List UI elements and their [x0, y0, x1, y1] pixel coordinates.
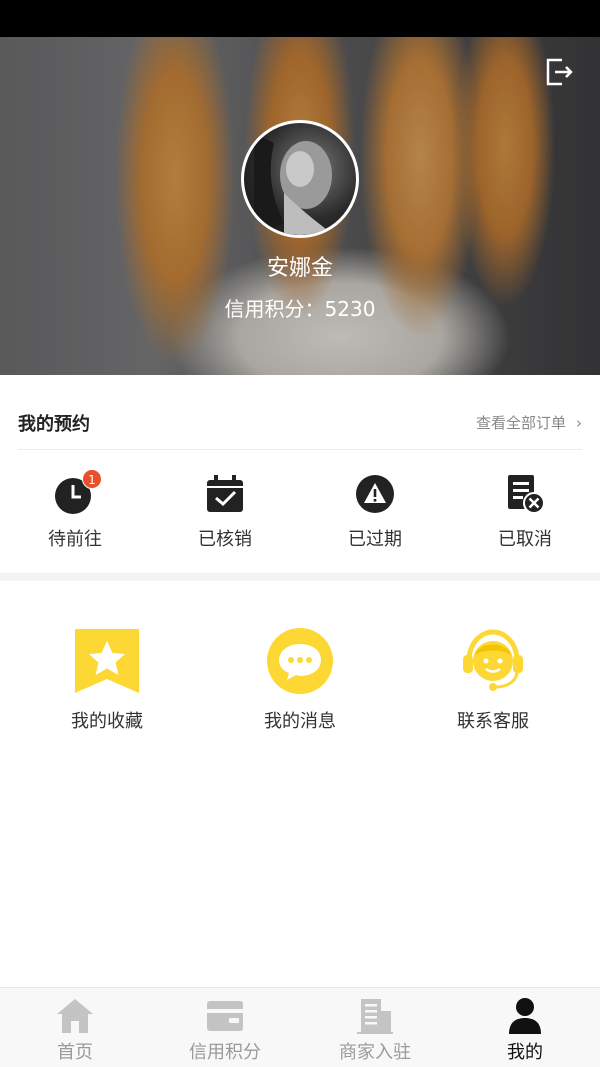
wallet-icon — [205, 996, 245, 1036]
document-cancel-icon — [504, 473, 546, 515]
person-icon — [505, 996, 545, 1036]
view-all-orders-link[interactable]: 查看全部订单 › — [476, 412, 582, 433]
my-messages-button[interactable]: 我的消息 — [200, 627, 400, 733]
section-gap — [0, 573, 600, 581]
avatar-photo — [254, 133, 334, 235]
tab-merchant-join[interactable]: 商家入驻 — [300, 996, 450, 1064]
building-icon — [355, 996, 395, 1036]
tab-home-label: 首页 — [57, 1042, 93, 1063]
reservation-cancelled-label: 已取消 — [498, 529, 552, 550]
tab-mine[interactable]: 我的 — [450, 996, 600, 1064]
reservation-verified[interactable]: 已核销 — [150, 473, 300, 551]
reservation-expired[interactable]: 已过期 — [300, 473, 450, 551]
logout-icon[interactable] — [542, 56, 574, 88]
my-reservations-panel: 我的预约 查看全部订单 › 1 待前往 已核销 已过期 已取消 — [0, 383, 600, 573]
calendar-check-icon — [204, 473, 246, 515]
user-name: 安娜金 — [266, 256, 333, 281]
divider — [18, 449, 582, 450]
bottom-tab-bar: 首页 信用积分 商家入驻 我的 — [0, 987, 600, 1067]
reservations-title: 我的预约 — [18, 414, 90, 435]
warning-icon — [354, 473, 396, 515]
star-bookmark-icon — [73, 627, 141, 695]
chevron-right-icon: › — [576, 413, 582, 432]
avatar[interactable] — [241, 120, 359, 238]
home-icon — [55, 996, 95, 1036]
tab-mine-label: 我的 — [507, 1042, 543, 1063]
my-favorites-button[interactable]: 我的收藏 — [7, 627, 207, 733]
my-favorites-label: 我的收藏 — [71, 711, 143, 732]
contact-support-label: 联系客服 — [457, 711, 529, 732]
reservation-cancelled[interactable]: 已取消 — [450, 473, 600, 551]
services-panel: 我的收藏 我的消息 联系客服 — [0, 581, 600, 987]
contact-support-button[interactable]: 联系客服 — [393, 627, 593, 733]
view-all-orders-label: 查看全部订单 — [475, 414, 566, 432]
credit-score-label: 信用积分： — [224, 297, 325, 321]
clock-icon: 1 — [54, 469, 102, 515]
tab-credit-points-label: 信用积分 — [189, 1042, 261, 1063]
reservation-pending-label: 待前往 — [48, 529, 102, 550]
status-bar — [0, 0, 600, 37]
my-messages-label: 我的消息 — [264, 711, 336, 732]
reservation-expired-label: 已过期 — [348, 529, 402, 550]
tab-merchant-join-label: 商家入驻 — [339, 1042, 411, 1063]
reservation-verified-label: 已核销 — [198, 529, 252, 550]
credit-score-value: 5230 — [324, 297, 376, 321]
pending-count-badge: 1 — [82, 469, 102, 489]
customer-service-icon — [459, 627, 527, 695]
tab-credit-points[interactable]: 信用积分 — [150, 996, 300, 1064]
reservation-pending[interactable]: 1 待前往 — [0, 469, 150, 551]
chat-bubble-icon — [266, 627, 334, 695]
credit-score: 信用积分：5230 — [0, 293, 600, 322]
tab-home[interactable]: 首页 — [0, 996, 150, 1064]
